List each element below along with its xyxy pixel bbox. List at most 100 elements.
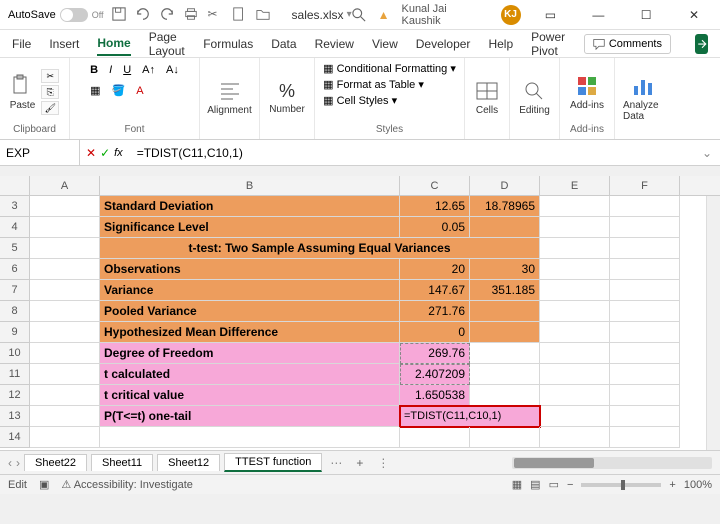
- row-header[interactable]: 8: [0, 301, 30, 322]
- tab-review[interactable]: Review: [315, 33, 354, 55]
- cell-styles-button[interactable]: ▦ Cell Styles ▾: [323, 94, 397, 107]
- cell[interactable]: [610, 301, 680, 322]
- macro-record-icon[interactable]: ▣: [39, 478, 49, 491]
- formula-cancel-icon[interactable]: ✕: [86, 146, 96, 160]
- cell[interactable]: [540, 196, 610, 217]
- active-formula-cell[interactable]: =TDIST(C11,C10,1): [400, 406, 540, 427]
- format-painter-button[interactable]: 🖌: [41, 101, 59, 115]
- addins-button[interactable]: Add-ins: [570, 74, 604, 111]
- cell[interactable]: [30, 259, 100, 280]
- tab-page-layout[interactable]: Page Layout: [149, 26, 186, 62]
- cell[interactable]: [30, 280, 100, 301]
- cell[interactable]: Degree of Freedom: [100, 343, 400, 364]
- analyze-data-button[interactable]: Analyze Data: [623, 74, 662, 122]
- cell[interactable]: [540, 322, 610, 343]
- cell[interactable]: [100, 427, 400, 448]
- cell[interactable]: 271.76: [400, 301, 470, 322]
- name-box[interactable]: EXP: [0, 140, 80, 165]
- cell[interactable]: 0: [400, 322, 470, 343]
- new-icon[interactable]: [232, 7, 248, 23]
- row-header[interactable]: 3: [0, 196, 30, 217]
- filename[interactable]: sales.xlsx: [292, 8, 344, 22]
- cell[interactable]: Standard Deviation: [100, 196, 400, 217]
- cell[interactable]: 20: [400, 259, 470, 280]
- formula-expand-icon[interactable]: ⌄: [694, 146, 720, 160]
- tab-insert[interactable]: Insert: [49, 33, 79, 55]
- copy-button[interactable]: ⎘: [41, 85, 59, 99]
- accessibility-status[interactable]: ⚠ Accessibility: Investigate: [61, 478, 193, 491]
- comments-button[interactable]: Comments: [584, 34, 671, 54]
- cell[interactable]: [540, 406, 610, 427]
- cell[interactable]: [610, 406, 680, 427]
- tab-formulas[interactable]: Formulas: [203, 33, 253, 55]
- cell[interactable]: [540, 343, 610, 364]
- row-header[interactable]: 5: [0, 238, 30, 259]
- search-icon[interactable]: [352, 8, 366, 22]
- borders-button[interactable]: ▦: [86, 82, 104, 99]
- cut-button[interactable]: ✂: [41, 69, 59, 83]
- cell[interactable]: [30, 364, 100, 385]
- cell[interactable]: [610, 385, 680, 406]
- autosave-toggle[interactable]: AutoSave Off: [8, 8, 104, 22]
- vertical-scrollbar[interactable]: [706, 196, 720, 450]
- grid-body[interactable]: 3Standard Deviation12.6518.789654Signifi…: [0, 196, 720, 448]
- user-avatar[interactable]: KJ: [501, 5, 521, 25]
- font-size-dec-button[interactable]: A↓: [162, 62, 183, 78]
- cell[interactable]: t critical value: [100, 385, 400, 406]
- undo-icon[interactable]: [136, 7, 152, 23]
- font-size-inc-button[interactable]: A↑: [138, 62, 159, 78]
- cell[interactable]: 2.407209: [400, 364, 470, 385]
- sheet-add-button[interactable]: +: [350, 454, 369, 472]
- zoom-out-button[interactable]: −: [567, 479, 573, 491]
- tab-power-pivot[interactable]: Power Pivot: [531, 26, 566, 62]
- row-header[interactable]: 7: [0, 280, 30, 301]
- cell[interactable]: [610, 343, 680, 364]
- tab-developer[interactable]: Developer: [416, 33, 471, 55]
- cell[interactable]: t calculated: [100, 364, 400, 385]
- maximize-button[interactable]: ☐: [628, 3, 664, 27]
- cell[interactable]: [540, 427, 610, 448]
- number-format-button[interactable]: % Number: [269, 81, 305, 115]
- formula-input[interactable]: [129, 146, 694, 160]
- zoom-in-button[interactable]: +: [669, 479, 675, 491]
- cell[interactable]: Variance: [100, 280, 400, 301]
- editing-button[interactable]: Editing: [519, 79, 550, 116]
- format-as-table-button[interactable]: ▦ Format as Table ▾: [323, 78, 424, 91]
- cell[interactable]: [610, 217, 680, 238]
- cell[interactable]: 147.67: [400, 280, 470, 301]
- cell[interactable]: t-test: Two Sample Assuming Equal Varian…: [100, 238, 540, 259]
- col-header-a[interactable]: A: [30, 176, 100, 195]
- cell[interactable]: Observations: [100, 259, 400, 280]
- cell[interactable]: [30, 196, 100, 217]
- tab-view[interactable]: View: [372, 33, 398, 55]
- view-page-icon[interactable]: ▤: [530, 478, 540, 491]
- redo-icon[interactable]: [160, 7, 176, 23]
- cell[interactable]: [540, 217, 610, 238]
- open-icon[interactable]: [256, 7, 272, 23]
- cell[interactable]: 0.05: [400, 217, 470, 238]
- cell[interactable]: Pooled Variance: [100, 301, 400, 322]
- cell[interactable]: [610, 364, 680, 385]
- view-break-icon[interactable]: ▭: [549, 478, 559, 491]
- zoom-slider[interactable]: [581, 483, 661, 487]
- cell[interactable]: [470, 385, 540, 406]
- ribbon-mode-icon[interactable]: ▭: [533, 3, 569, 27]
- underline-button[interactable]: U: [119, 62, 135, 78]
- fill-color-button[interactable]: 🪣: [108, 82, 130, 99]
- cell[interactable]: Hypothesized Mean Difference: [100, 322, 400, 343]
- sheet-tab[interactable]: Sheet12: [157, 454, 220, 471]
- cell[interactable]: [30, 406, 100, 427]
- sheet-tab[interactable]: Sheet11: [91, 454, 153, 471]
- cell[interactable]: [540, 259, 610, 280]
- toggle-switch[interactable]: [60, 8, 88, 22]
- col-header-b[interactable]: B: [100, 176, 400, 195]
- close-button[interactable]: ✕: [676, 3, 712, 27]
- font-color-button[interactable]: A: [132, 83, 147, 99]
- cell[interactable]: [30, 217, 100, 238]
- cell[interactable]: [610, 238, 680, 259]
- cell[interactable]: [540, 301, 610, 322]
- cell[interactable]: [470, 427, 540, 448]
- col-header-d[interactable]: D: [470, 176, 540, 195]
- col-header-f[interactable]: F: [610, 176, 680, 195]
- print-icon[interactable]: [184, 7, 200, 23]
